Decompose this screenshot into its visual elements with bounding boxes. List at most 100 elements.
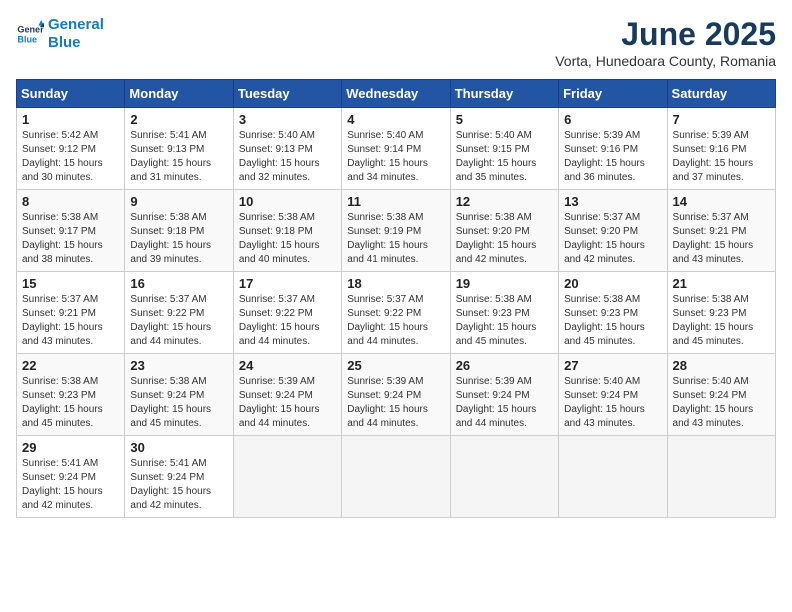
col-header-sunday: Sunday — [17, 80, 125, 108]
day-cell: 7Sunrise: 5:39 AMSunset: 9:16 PMDaylight… — [667, 108, 775, 190]
svg-text:Blue: Blue — [17, 34, 37, 44]
day-number: 16 — [130, 276, 227, 291]
empty-cell — [667, 436, 775, 518]
day-number: 6 — [564, 112, 661, 127]
day-number: 12 — [456, 194, 553, 209]
day-number: 17 — [239, 276, 336, 291]
day-cell: 23Sunrise: 5:38 AMSunset: 9:24 PMDayligh… — [125, 354, 233, 436]
logo-line2: Blue — [48, 34, 81, 51]
day-info: Sunrise: 5:38 AMSunset: 9:23 PMDaylight:… — [564, 293, 661, 349]
empty-cell — [233, 436, 341, 518]
day-cell: 15 Sunrise: 5:37 AMSunset: 9:21 PMDayligh… — [17, 272, 125, 354]
day-number: 29 — [22, 440, 119, 455]
day-number: 26 — [456, 358, 553, 373]
day-info: Sunrise: 5:37 AMSunset: 9:21 PMDaylight:… — [673, 211, 770, 267]
day-info: Sunrise: 5:41 AMSunset: 9:13 PMDaylight:… — [130, 129, 227, 185]
day-cell: 6 Sunrise: 5:39 AMSunset: 9:16 PMDaylight… — [559, 108, 667, 190]
day-info: Sunrise: 5:38 AMSunset: 9:23 PMDaylight:… — [456, 293, 553, 349]
day-info: Sunrise: 5:38 AMSunset: 9:19 PMDaylight:… — [347, 211, 444, 267]
day-info: Sunrise: 5:37 AMSunset: 9:21 PMDaylight:… — [22, 293, 119, 349]
col-header-monday: Monday — [125, 80, 233, 108]
day-number: 27 — [564, 358, 661, 373]
calendar-week-row: 1Sunrise: 5:42 AMSunset: 9:12 PMDaylight… — [17, 108, 776, 190]
day-info: Sunrise: 5:39 AMSunset: 9:24 PMDaylight:… — [239, 375, 336, 431]
calendar-week-row: 15 Sunrise: 5:37 AMSunset: 9:21 PMDayligh… — [17, 272, 776, 354]
header: General Blue General Blue June 2025 Vort… — [16, 16, 776, 69]
day-info: Sunrise: 5:39 AMSunset: 9:24 PMDaylight:… — [456, 375, 553, 431]
day-info: Sunrise: 5:39 AMSunset: 9:16 PMDaylight:… — [673, 129, 770, 185]
day-info: Sunrise: 5:38 AMSunset: 9:18 PMDaylight:… — [130, 211, 227, 267]
day-cell: 2 Sunrise: 5:41 AMSunset: 9:13 PMDaylight… — [125, 108, 233, 190]
logo: General Blue General Blue — [16, 16, 104, 52]
col-header-thursday: Thursday — [450, 80, 558, 108]
calendar-week-row: 8 Sunrise: 5:38 AMSunset: 9:17 PMDaylight… — [17, 190, 776, 272]
day-info: Sunrise: 5:37 AMSunset: 9:22 PMDaylight:… — [130, 293, 227, 349]
day-info: Sunrise: 5:41 AMSunset: 9:24 PMDaylight:… — [22, 457, 119, 513]
calendar-week-row: 22Sunrise: 5:38 AMSunset: 9:23 PMDayligh… — [17, 354, 776, 436]
day-number: 19 — [456, 276, 553, 291]
day-number: 5 — [456, 112, 553, 127]
day-info: Sunrise: 5:40 AMSunset: 9:24 PMDaylight:… — [673, 375, 770, 431]
day-cell: 19 Sunrise: 5:38 AMSunset: 9:23 PMDayligh… — [450, 272, 558, 354]
header-row: SundayMondayTuesdayWednesdayThursdayFrid… — [17, 80, 776, 108]
day-info: Sunrise: 5:38 AMSunset: 9:18 PMDaylight:… — [239, 211, 336, 267]
day-info: Sunrise: 5:37 AMSunset: 9:20 PMDaylight:… — [564, 211, 661, 267]
day-cell: 28 Sunrise: 5:40 AMSunset: 9:24 PMDayligh… — [667, 354, 775, 436]
day-cell: 12 Sunrise: 5:38 AMSunset: 9:20 PMDayligh… — [450, 190, 558, 272]
day-info: Sunrise: 5:39 AMSunset: 9:16 PMDaylight:… — [564, 129, 661, 185]
day-cell: 9 Sunrise: 5:38 AMSunset: 9:18 PMDaylight… — [125, 190, 233, 272]
day-number: 13 — [564, 194, 661, 209]
calendar-week-row: 29 Sunrise: 5:41 AMSunset: 9:24 PMDayligh… — [17, 436, 776, 518]
page-subtitle: Vorta, Hunedoara County, Romania — [555, 53, 776, 69]
day-cell: 22Sunrise: 5:38 AMSunset: 9:23 PMDayligh… — [17, 354, 125, 436]
day-info: Sunrise: 5:39 AMSunset: 9:24 PMDaylight:… — [347, 375, 444, 431]
logo-line1: General — [48, 16, 104, 33]
day-cell: 30 Sunrise: 5:41 AMSunset: 9:24 PMDayligh… — [125, 436, 233, 518]
empty-cell — [342, 436, 450, 518]
day-number: 3 — [239, 112, 336, 127]
day-cell: 21Sunrise: 5:38 AMSunset: 9:23 PMDayligh… — [667, 272, 775, 354]
day-cell: 4Sunrise: 5:40 AMSunset: 9:14 PMDaylight… — [342, 108, 450, 190]
day-number: 28 — [673, 358, 770, 373]
day-cell: 3 Sunrise: 5:40 AMSunset: 9:13 PMDaylight… — [233, 108, 341, 190]
day-cell: 20Sunrise: 5:38 AMSunset: 9:23 PMDayligh… — [559, 272, 667, 354]
day-info: Sunrise: 5:42 AMSunset: 9:12 PMDaylight:… — [22, 129, 119, 185]
day-info: Sunrise: 5:38 AMSunset: 9:20 PMDaylight:… — [456, 211, 553, 267]
day-number: 9 — [130, 194, 227, 209]
day-info: Sunrise: 5:41 AMSunset: 9:24 PMDaylight:… — [130, 457, 227, 513]
col-header-saturday: Saturday — [667, 80, 775, 108]
day-number: 2 — [130, 112, 227, 127]
day-info: Sunrise: 5:38 AMSunset: 9:24 PMDaylight:… — [130, 375, 227, 431]
day-cell: 8 Sunrise: 5:38 AMSunset: 9:17 PMDaylight… — [17, 190, 125, 272]
col-header-tuesday: Tuesday — [233, 80, 341, 108]
day-cell: 16 Sunrise: 5:37 AMSunset: 9:22 PMDayligh… — [125, 272, 233, 354]
day-number: 30 — [130, 440, 227, 455]
day-number: 24 — [239, 358, 336, 373]
day-number: 21 — [673, 276, 770, 291]
logo-text: General Blue — [48, 16, 104, 52]
day-info: Sunrise: 5:38 AMSunset: 9:17 PMDaylight:… — [22, 211, 119, 267]
day-number: 15 — [22, 276, 119, 291]
day-cell: 17Sunrise: 5:37 AMSunset: 9:22 PMDayligh… — [233, 272, 341, 354]
day-number: 25 — [347, 358, 444, 373]
day-cell: 11Sunrise: 5:38 AMSunset: 9:19 PMDayligh… — [342, 190, 450, 272]
col-header-friday: Friday — [559, 80, 667, 108]
day-cell: 24 Sunrise: 5:39 AMSunset: 9:24 PMDayligh… — [233, 354, 341, 436]
logo-icon: General Blue — [16, 20, 44, 48]
empty-cell — [450, 436, 558, 518]
day-cell: 25 Sunrise: 5:39 AMSunset: 9:24 PMDayligh… — [342, 354, 450, 436]
title-area: June 2025 Vorta, Hunedoara County, Roman… — [555, 16, 776, 69]
day-cell: 1Sunrise: 5:42 AMSunset: 9:12 PMDaylight… — [17, 108, 125, 190]
day-cell: 29 Sunrise: 5:41 AMSunset: 9:24 PMDayligh… — [17, 436, 125, 518]
day-number: 8 — [22, 194, 119, 209]
svg-text:General: General — [17, 25, 44, 35]
day-cell: 13 Sunrise: 5:37 AMSunset: 9:20 PMDayligh… — [559, 190, 667, 272]
day-number: 10 — [239, 194, 336, 209]
day-info: Sunrise: 5:40 AMSunset: 9:15 PMDaylight:… — [456, 129, 553, 185]
day-cell: 26 Sunrise: 5:39 AMSunset: 9:24 PMDayligh… — [450, 354, 558, 436]
day-number: 18 — [347, 276, 444, 291]
day-info: Sunrise: 5:40 AMSunset: 9:24 PMDaylight:… — [564, 375, 661, 431]
day-info: Sunrise: 5:40 AMSunset: 9:13 PMDaylight:… — [239, 129, 336, 185]
day-cell: 14Sunrise: 5:37 AMSunset: 9:21 PMDayligh… — [667, 190, 775, 272]
day-cell: 10 Sunrise: 5:38 AMSunset: 9:18 PMDayligh… — [233, 190, 341, 272]
